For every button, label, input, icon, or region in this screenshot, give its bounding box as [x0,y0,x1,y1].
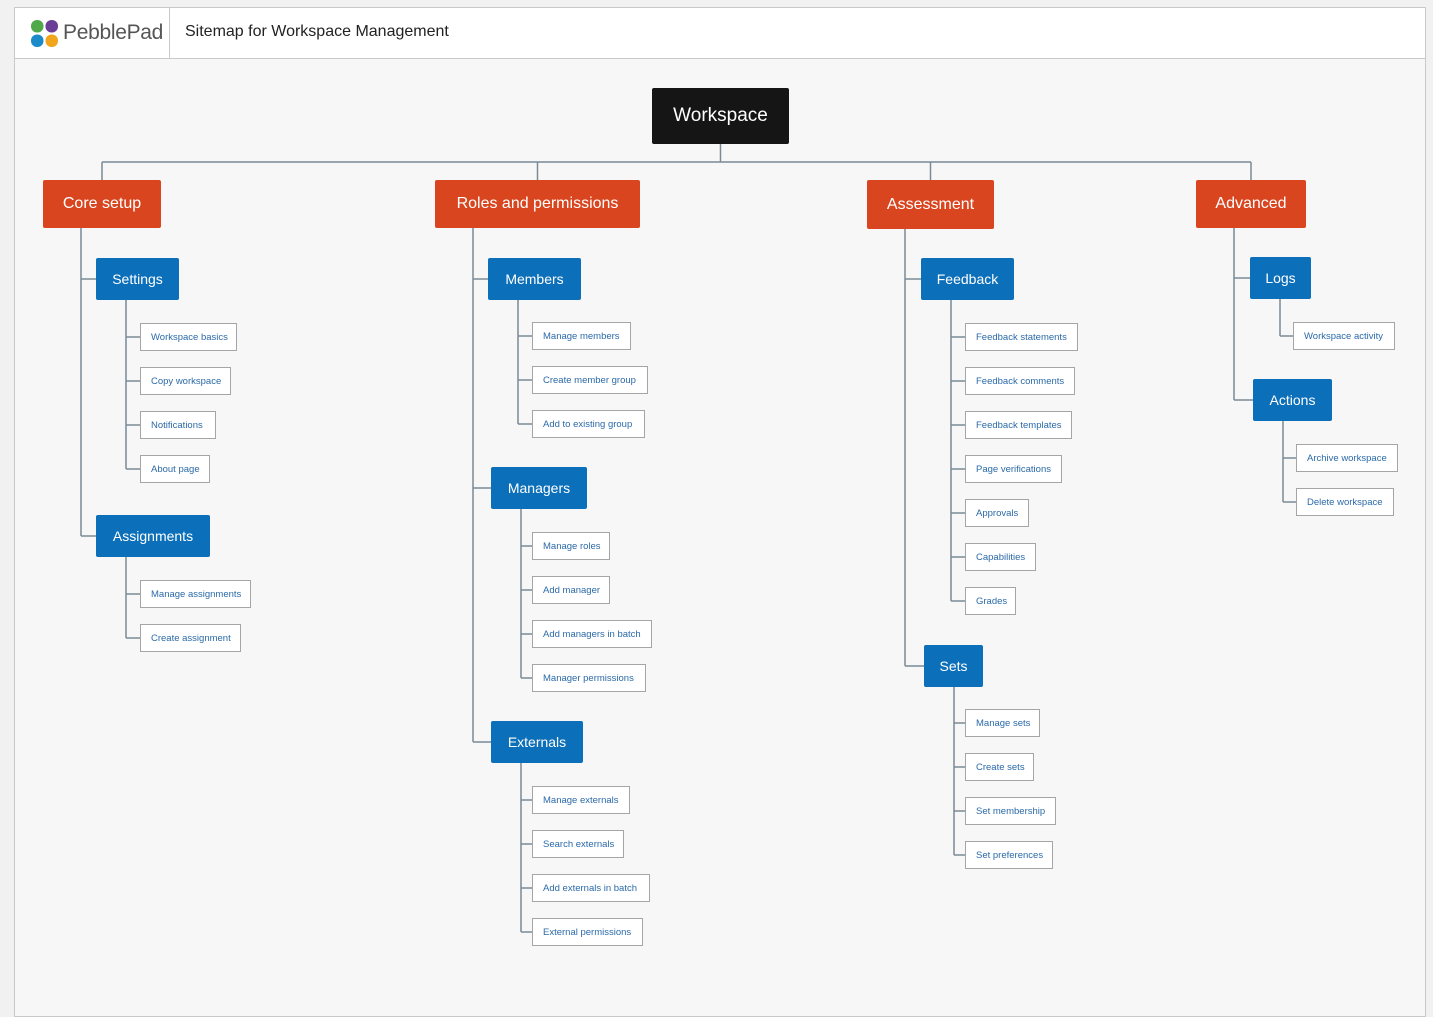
leaf-add-to-existing-group[interactable]: Add to existing group [532,410,645,438]
leaf-page-verifications[interactable]: Page verifications [965,455,1062,483]
leaf-about-page[interactable]: About page [140,455,210,483]
leaf-feedback-comments[interactable]: Feedback comments [965,367,1075,395]
section-sets[interactable]: Sets [924,645,983,687]
leaf-set-preferences[interactable]: Set preferences [965,841,1053,869]
leaf-copy-workspace[interactable]: Copy workspace [140,367,231,395]
category-assessment[interactable]: Assessment [867,180,994,229]
section-externals[interactable]: Externals [491,721,583,763]
leaf-manage-assignments[interactable]: Manage assignments [140,580,251,608]
section-actions[interactable]: Actions [1253,379,1332,421]
leaf-manager-permissions[interactable]: Manager permissions [532,664,646,692]
leaf-set-membership[interactable]: Set membership [965,797,1056,825]
leaf-manage-members[interactable]: Manage members [532,322,631,350]
section-logs[interactable]: Logs [1250,257,1311,299]
root-node-workspace[interactable]: Workspace [652,88,789,144]
category-advanced[interactable]: Advanced [1196,180,1306,228]
leaf-delete-workspace[interactable]: Delete workspace [1296,488,1394,516]
section-managers[interactable]: Managers [491,467,587,509]
section-assignments[interactable]: Assignments [96,515,210,557]
leaf-create-sets[interactable]: Create sets [965,753,1034,781]
leaf-add-externals-in-batch[interactable]: Add externals in batch [532,874,650,902]
leaf-manage-externals[interactable]: Manage externals [532,786,630,814]
leaf-search-externals[interactable]: Search externals [532,830,624,858]
leaf-capabilities[interactable]: Capabilities [965,543,1036,571]
leaf-external-permissions[interactable]: External permissions [532,918,643,946]
section-members[interactable]: Members [488,258,581,300]
leaf-create-member-group[interactable]: Create member group [532,366,648,394]
leaf-approvals[interactable]: Approvals [965,499,1029,527]
leaf-feedback-statements[interactable]: Feedback statements [965,323,1078,351]
leaf-workspace-basics[interactable]: Workspace basics [140,323,237,351]
leaf-grades[interactable]: Grades [965,587,1016,615]
category-roles-and-permissions[interactable]: Roles and permissions [435,180,640,228]
leaf-add-manager[interactable]: Add manager [532,576,610,604]
leaf-feedback-templates[interactable]: Feedback templates [965,411,1072,439]
leaf-create-assignment[interactable]: Create assignment [140,624,241,652]
section-settings[interactable]: Settings [96,258,179,300]
connector-lines [80,144,1296,933]
leaf-notifications[interactable]: Notifications [140,411,216,439]
leaf-manage-sets[interactable]: Manage sets [965,709,1040,737]
leaf-archive-workspace[interactable]: Archive workspace [1296,444,1398,472]
category-core-setup[interactable]: Core setup [43,180,161,228]
leaf-workspace-activity[interactable]: Workspace activity [1293,322,1395,350]
leaf-add-managers-in-batch[interactable]: Add managers in batch [532,620,652,648]
section-feedback[interactable]: Feedback [921,258,1014,300]
leaf-manage-roles[interactable]: Manage roles [532,532,610,560]
